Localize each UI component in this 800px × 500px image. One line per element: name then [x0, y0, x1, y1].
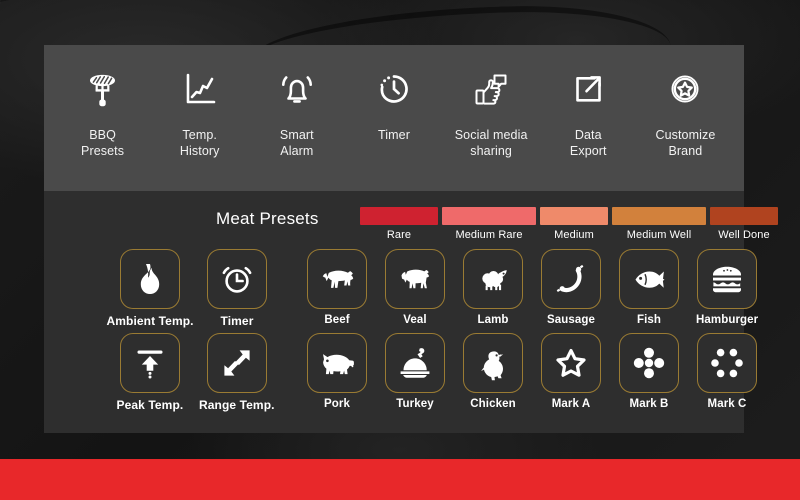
bottom-red-band	[0, 459, 800, 500]
meat-presets-header: Meat Presets Rare Medium Rare Medium Medium…	[44, 201, 778, 247]
external-link-icon	[565, 63, 611, 115]
preset-tile-label: Peak Temp.	[116, 398, 184, 412]
stopwatch-icon	[371, 63, 417, 115]
preset-tile-hamburger[interactable]: Hamburger	[696, 249, 758, 326]
preset-tile-label: Mark A	[551, 398, 591, 410]
toolbar-item-smart-alarm[interactable]: Smart Alarm	[248, 63, 345, 159]
five-dots-mark-icon[interactable]	[619, 333, 679, 393]
preset-tile-turkey[interactable]: Turkey	[385, 333, 445, 410]
doneness-scale: Rare Medium Rare Medium Medium Well Well Don…	[360, 207, 778, 241]
preset-tile-row-2: Peak Temp. Range Temp. Pork Turkey Chicken Ma…	[44, 333, 757, 417]
preset-tile-mark-c[interactable]: Mark C	[697, 333, 757, 410]
preset-tile-mark-b[interactable]: Mark B	[619, 333, 679, 410]
top-toolbar: BBQ Presets Temp. History Smart Alarm Ti…	[44, 45, 744, 191]
toolbar-item-customize-brand[interactable]: Customize Brand	[637, 63, 734, 159]
preset-tile-label: Mark B	[629, 398, 669, 410]
preset-tile-label: Mark C	[707, 398, 747, 410]
doneness-item[interactable]: Well Done	[710, 207, 778, 241]
flame-icon[interactable]	[120, 249, 181, 309]
bell-icon	[274, 63, 320, 115]
preset-tile-veal[interactable]: Veal	[385, 249, 445, 326]
doneness-swatch[interactable]	[710, 207, 778, 225]
preset-tile-row-1: Ambient Temp. Timer Beef Veal Lamb Sausage Fis…	[44, 249, 758, 333]
doneness-swatch[interactable]	[360, 207, 438, 225]
sheep-icon[interactable]	[463, 249, 523, 309]
preset-tile-range-temp[interactable]: Range Temp.	[199, 333, 275, 412]
doneness-label: Medium Well	[626, 229, 692, 241]
preset-tile-label: Sausage	[546, 314, 595, 326]
toolbar-item-label: BBQ Presets	[81, 128, 125, 158]
chicken-icon[interactable]	[463, 333, 523, 393]
toolbar-item-label: Smart Alarm	[279, 128, 314, 158]
toolbar-item-label: Social media sharing	[454, 128, 528, 158]
doneness-swatch[interactable]	[442, 207, 536, 225]
alarm-clock-icon[interactable]	[207, 249, 267, 309]
toolbar-item-temp-history[interactable]: Temp. History	[151, 63, 248, 159]
preset-tile-label: Turkey	[396, 398, 434, 410]
preset-tile-label: Fish	[636, 314, 662, 326]
line-chart-icon	[177, 63, 223, 115]
preset-tile-sausage[interactable]: Sausage	[541, 249, 601, 326]
preset-tile-mark-a[interactable]: Mark A	[541, 333, 601, 410]
pig-icon[interactable]	[307, 333, 367, 393]
range-temp-arrow-icon[interactable]	[206, 333, 267, 393]
toolbar-item-label: Customize Brand	[655, 128, 716, 158]
doneness-item[interactable]: Medium Rare	[442, 207, 536, 241]
preset-tile-label: Range Temp.	[199, 398, 275, 412]
doneness-swatch[interactable]	[540, 207, 608, 225]
app-panel: BBQ Presets Temp. History Smart Alarm Ti…	[44, 45, 778, 433]
doneness-item[interactable]: Medium	[540, 207, 608, 241]
preset-tile-label: Veal	[403, 314, 427, 326]
preset-tile-lamb[interactable]: Lamb	[463, 249, 523, 326]
six-dots-mark-icon[interactable]	[697, 333, 757, 393]
hamburger-icon[interactable]	[697, 249, 758, 309]
doneness-item[interactable]: Medium Well	[612, 207, 706, 241]
page-title: Meat Presets	[216, 209, 319, 228]
doneness-label: Medium Rare	[455, 229, 523, 241]
toolbar-item-bbq-presets[interactable]: BBQ Presets	[54, 63, 151, 159]
preset-tile-pork[interactable]: Pork	[307, 333, 367, 410]
toolbar-item-label: Data Export	[569, 128, 607, 158]
doneness-swatch[interactable]	[612, 207, 706, 225]
doneness-label: Medium	[554, 229, 594, 241]
preset-tile-chicken[interactable]: Chicken	[463, 333, 523, 410]
preset-tile-grid: Ambient Temp. Timer Beef Veal Lamb Sausage Fis…	[44, 249, 758, 417]
doneness-item[interactable]: Rare	[360, 207, 438, 241]
preset-tile-label: Pork	[324, 398, 350, 410]
turkey-icon[interactable]	[385, 333, 445, 393]
cow-icon[interactable]	[307, 249, 367, 309]
steak-on-fork-icon	[80, 63, 126, 115]
toolbar-item-label: Temp. History	[179, 128, 220, 158]
preset-tile-beef[interactable]: Beef	[307, 249, 367, 326]
veal-icon[interactable]	[385, 249, 445, 309]
toolbar-item-timer[interactable]: Timer	[345, 63, 442, 143]
doneness-label: Rare	[386, 229, 412, 241]
preset-tile-ambient-temp[interactable]: Ambient Temp.	[107, 249, 194, 328]
peak-temp-arrow-icon[interactable]	[119, 333, 180, 393]
toolbar-item-label: Timer	[378, 128, 410, 142]
preset-tile-timer-preset[interactable]: Timer	[207, 249, 267, 328]
preset-tile-label: Timer	[220, 314, 254, 328]
star-mark-icon[interactable]	[541, 333, 601, 393]
preset-tile-label: Chicken	[470, 398, 516, 410]
fish-icon[interactable]	[619, 249, 679, 309]
doneness-label: Well Done	[718, 229, 770, 241]
toolbar-item-social-media-sharing[interactable]: Social media sharing	[443, 63, 540, 159]
preset-tile-label: Lamb	[477, 314, 509, 326]
preset-tile-label: Hamburger	[696, 314, 759, 326]
presets-body: Meat Presets Rare Medium Rare Medium Medium…	[44, 191, 778, 433]
preset-tile-fish[interactable]: Fish	[619, 249, 679, 326]
thumbs-up-chat-icon	[468, 63, 514, 115]
toolbar-item-data-export[interactable]: Data Export	[540, 63, 637, 159]
sausage-icon[interactable]	[541, 249, 601, 309]
preset-tile-label: Beef	[324, 314, 350, 326]
star-badge-icon	[662, 63, 708, 115]
preset-tile-label: Ambient Temp.	[106, 314, 194, 328]
preset-tile-peak-temp[interactable]: Peak Temp.	[117, 333, 184, 412]
